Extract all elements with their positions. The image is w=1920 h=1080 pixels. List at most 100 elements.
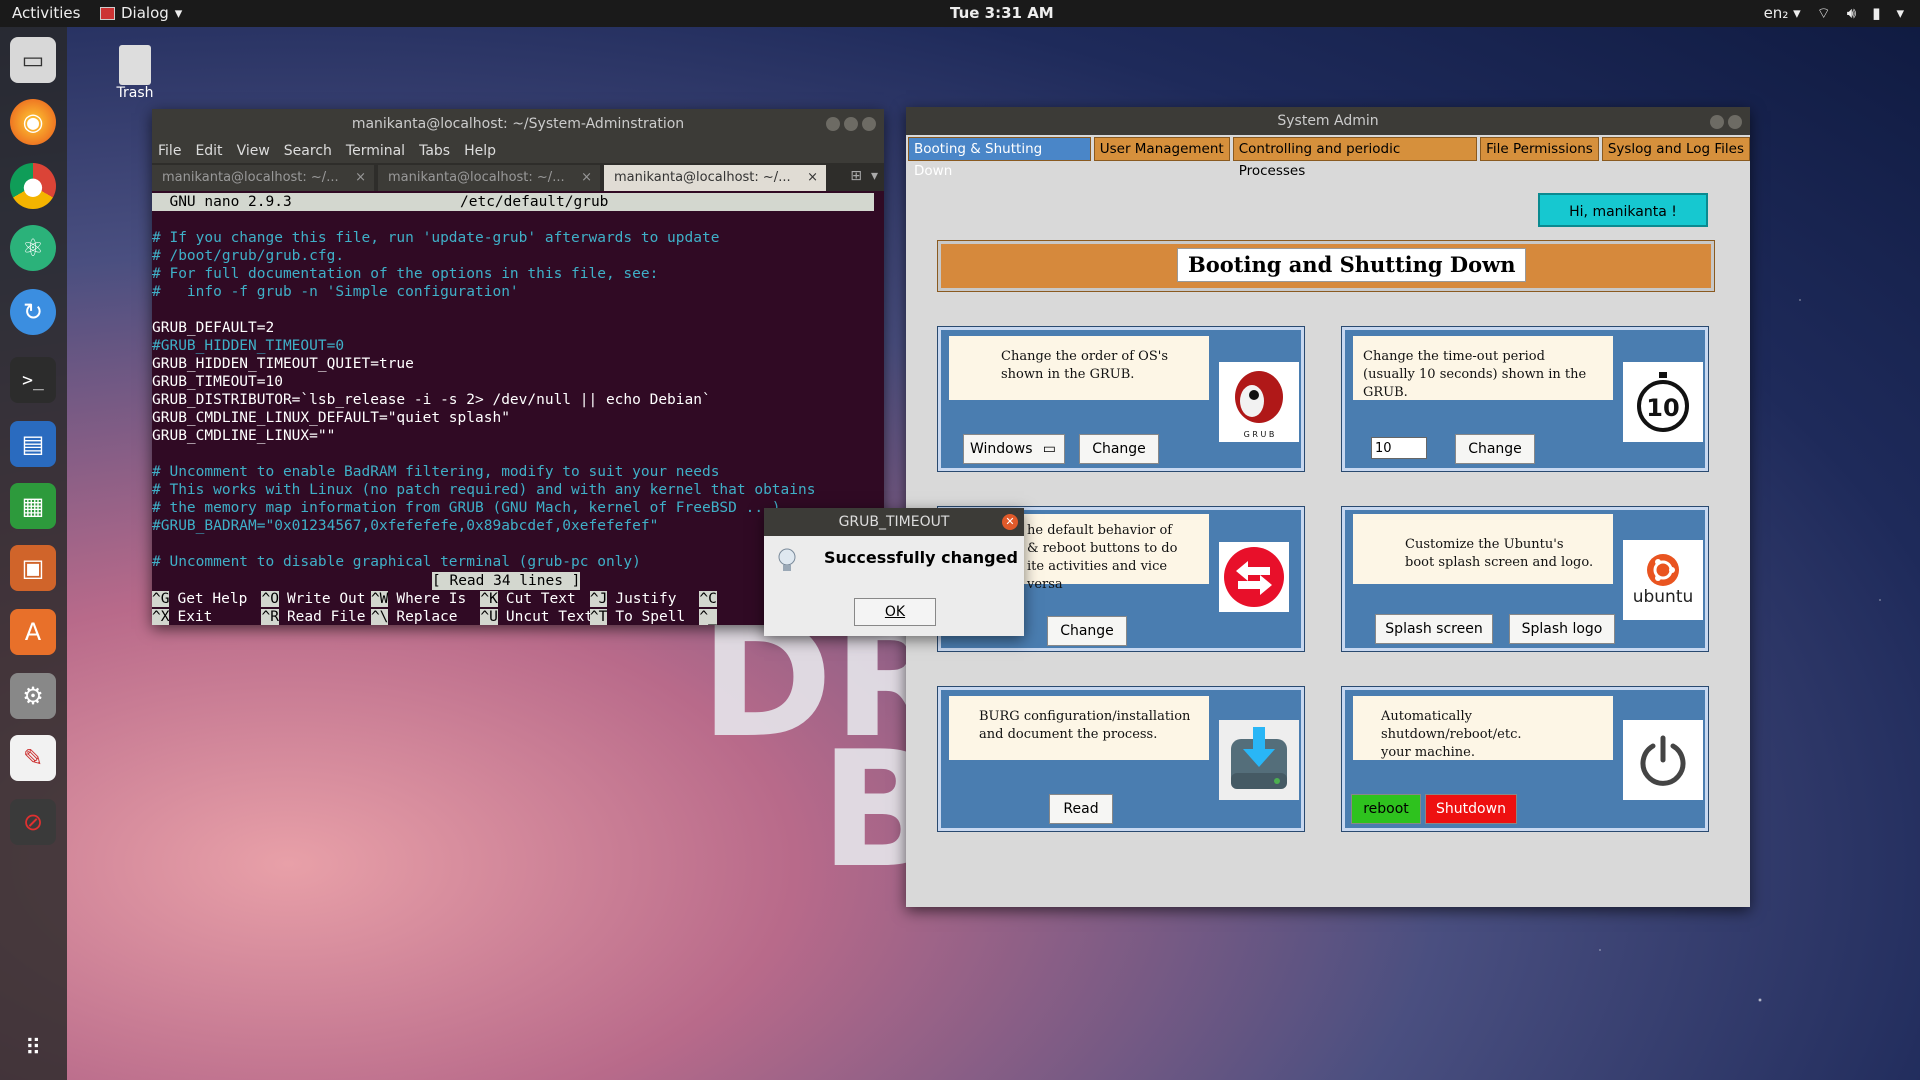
- system-tray[interactable]: en₂ ▾ ⌔ 🔊︎ ▮ ▾: [1764, 4, 1904, 23]
- splash-card: Customize the Ubuntu's boot splash scree…: [1342, 507, 1708, 651]
- volume-icon[interactable]: 🔊︎: [1847, 4, 1856, 23]
- maximize-button[interactable]: [844, 117, 858, 131]
- terminal-title: manikanta@localhost: ~/System-Adminstrat…: [351, 116, 685, 132]
- writer-icon[interactable]: ▤: [10, 421, 56, 467]
- terminal-tab-2[interactable]: manikanta@localhost: ~/... ×: [378, 165, 600, 191]
- dialog-ok-button[interactable]: OK: [854, 598, 936, 626]
- app-store-icon[interactable]: A: [10, 609, 56, 655]
- tab-user-management[interactable]: User Management: [1093, 137, 1230, 161]
- settings-icon[interactable]: ⚙: [10, 673, 56, 719]
- burg-read-button[interactable]: Read: [1049, 794, 1113, 824]
- tab-file-permissions[interactable]: File Permissions: [1480, 137, 1599, 161]
- stopwatch-value: 10: [1646, 394, 1679, 422]
- dialog-titlebar[interactable]: GRUB_TIMEOUT ✕: [764, 508, 1024, 536]
- wifi-icon[interactable]: ⌔: [1817, 4, 1831, 23]
- tab-processes[interactable]: Controlling and periodic Processes: [1232, 137, 1478, 179]
- show-applications-icon[interactable]: ⠿: [10, 1025, 56, 1071]
- minimize-button[interactable]: [1710, 115, 1724, 129]
- nano-shortcut-label: Cut Text: [505, 591, 576, 607]
- battery-icon[interactable]: ▮: [1872, 4, 1880, 23]
- nano-shortcut-label: Justify: [615, 591, 677, 607]
- atom-icon[interactable]: ⚛: [10, 225, 56, 271]
- tab-booting[interactable]: Booting & Shutting Down: [908, 137, 1091, 179]
- activities-button[interactable]: Activities: [12, 4, 80, 22]
- system-admin-titlebar[interactable]: System Admin: [906, 107, 1750, 135]
- splash-screen-button[interactable]: Splash screen: [1375, 614, 1493, 644]
- chrome-icon[interactable]: ●: [10, 163, 56, 209]
- greeting-button[interactable]: Hi, manikanta !: [1538, 193, 1708, 227]
- menu-terminal[interactable]: Terminal: [346, 143, 405, 159]
- reboot-button[interactable]: reboot: [1351, 794, 1421, 824]
- nano-shortcut-label: Read File: [286, 609, 366, 625]
- ubuntu-software-center-icon[interactable]: ↻: [10, 289, 56, 335]
- nano-shortcut-key: ^X: [152, 609, 170, 625]
- close-button[interactable]: [1728, 115, 1742, 129]
- app-menu[interactable]: Dialog ▾: [100, 4, 182, 22]
- nano-shortcut-key: ^\: [370, 609, 389, 625]
- menu-view[interactable]: View: [237, 143, 270, 159]
- terminal-icon[interactable]: >_: [10, 357, 56, 403]
- close-tab-icon[interactable]: ×: [355, 165, 366, 191]
- nano-line: # the memory map information from GRUB (…: [152, 500, 781, 516]
- nano-line: # /boot/grub/grub.cfg.: [152, 248, 345, 264]
- terminal-titlebar[interactable]: manikanta@localhost: ~/System-Adminstrat…: [152, 109, 884, 139]
- download-drive-icon: [1219, 720, 1299, 800]
- power-card: Automatically shutdown/reboot/etc. your …: [1342, 687, 1708, 831]
- dialog-icon[interactable]: ⊘: [10, 799, 56, 845]
- nano-shortcut-label: To Spell: [615, 609, 686, 625]
- close-tab-icon[interactable]: ×: [581, 165, 592, 191]
- terminal-menubar: File Edit View Search Terminal Tabs Help: [152, 139, 884, 163]
- splash-description: Customize the Ubuntu's boot splash scree…: [1353, 514, 1613, 584]
- nano-shortcut-label: Exit: [177, 609, 213, 625]
- terminal-tab-3[interactable]: manikanta@localhost: ~/... ×: [604, 165, 826, 191]
- dialog-title: GRUB_TIMEOUT: [838, 514, 950, 530]
- menu-edit[interactable]: Edit: [195, 143, 222, 159]
- nano-shortcut-key: ^K: [480, 591, 498, 607]
- trash[interactable]: Trash: [110, 45, 160, 101]
- language-indicator[interactable]: en₂ ▾: [1764, 4, 1801, 23]
- terminal-tab-1[interactable]: manikanta@localhost: ~/... ×: [152, 165, 374, 191]
- power-icon: [1623, 720, 1703, 800]
- nano-shortcut-row: ^X Exit ^R Read File ^\ Replace ^U Uncut Text^T…: [152, 608, 809, 626]
- menu-tabs[interactable]: Tabs: [419, 143, 450, 159]
- nano-line: # If you change this file, run 'update-g…: [152, 230, 720, 246]
- nano-shortcut-key: ^T: [589, 609, 608, 625]
- chevron-down-icon[interactable]: ▾: [1896, 4, 1904, 23]
- text-editor-icon[interactable]: ✎: [10, 735, 56, 781]
- menu-help[interactable]: Help: [464, 143, 496, 159]
- menu-search[interactable]: Search: [284, 143, 332, 159]
- tab-syslog[interactable]: Syslog and Log Files: [1601, 137, 1750, 161]
- top-bar: Activities Dialog ▾ Tue 3:31 AM en₂ ▾ ⌔ …: [0, 0, 1920, 27]
- nano-editor-body[interactable]: # If you change this file, run 'update-g…: [152, 229, 815, 571]
- calc-icon[interactable]: ▦: [10, 483, 56, 529]
- behavior-change-button[interactable]: Change: [1047, 616, 1127, 646]
- timeout-change-button[interactable]: Change: [1455, 434, 1535, 464]
- new-tab-icon[interactable]: ⊞: [850, 168, 862, 184]
- dialog-app-icon: [100, 6, 115, 20]
- splash-logo-button[interactable]: Splash logo: [1509, 614, 1615, 644]
- section-banner: Booting and Shutting Down: [938, 241, 1714, 291]
- menu-file[interactable]: File: [158, 143, 181, 159]
- minimize-button[interactable]: [826, 117, 840, 131]
- order-change-button[interactable]: Change: [1079, 434, 1159, 464]
- stopwatch-icon: 10: [1623, 362, 1703, 442]
- select-arrow-icon: ▭: [1042, 441, 1056, 457]
- nano-shortcut-label: Where Is: [396, 591, 467, 607]
- nano-line: #GRUB_HIDDEN_TIMEOUT=0: [152, 338, 345, 354]
- tabs-dropdown-icon[interactable]: ▾: [871, 168, 878, 184]
- os-order-select[interactable]: Windows ▭: [963, 434, 1065, 464]
- close-tab-icon[interactable]: ×: [807, 165, 818, 191]
- impress-icon[interactable]: ▣: [10, 545, 56, 591]
- close-button[interactable]: [862, 117, 876, 131]
- grub-logo-text: G R U B: [1244, 430, 1275, 439]
- nano-shortcut-label: Write Out: [286, 591, 366, 607]
- nano-shortcut-label: Get Help: [177, 591, 248, 607]
- nano-shortcuts: ^G Get Help ^O Write Out ^W Where Is ^K Cut Tex…: [152, 590, 809, 626]
- close-icon[interactable]: ✕: [1002, 514, 1018, 530]
- nano-line: GRUB_CMDLINE_LINUX="": [152, 428, 336, 444]
- timeout-input[interactable]: [1371, 437, 1427, 459]
- clock[interactable]: Tue 3:31 AM: [950, 4, 1054, 22]
- shutdown-button[interactable]: Shutdown: [1425, 794, 1517, 824]
- files-icon[interactable]: ▭: [10, 37, 56, 83]
- firefox-icon[interactable]: ◉: [10, 99, 56, 145]
